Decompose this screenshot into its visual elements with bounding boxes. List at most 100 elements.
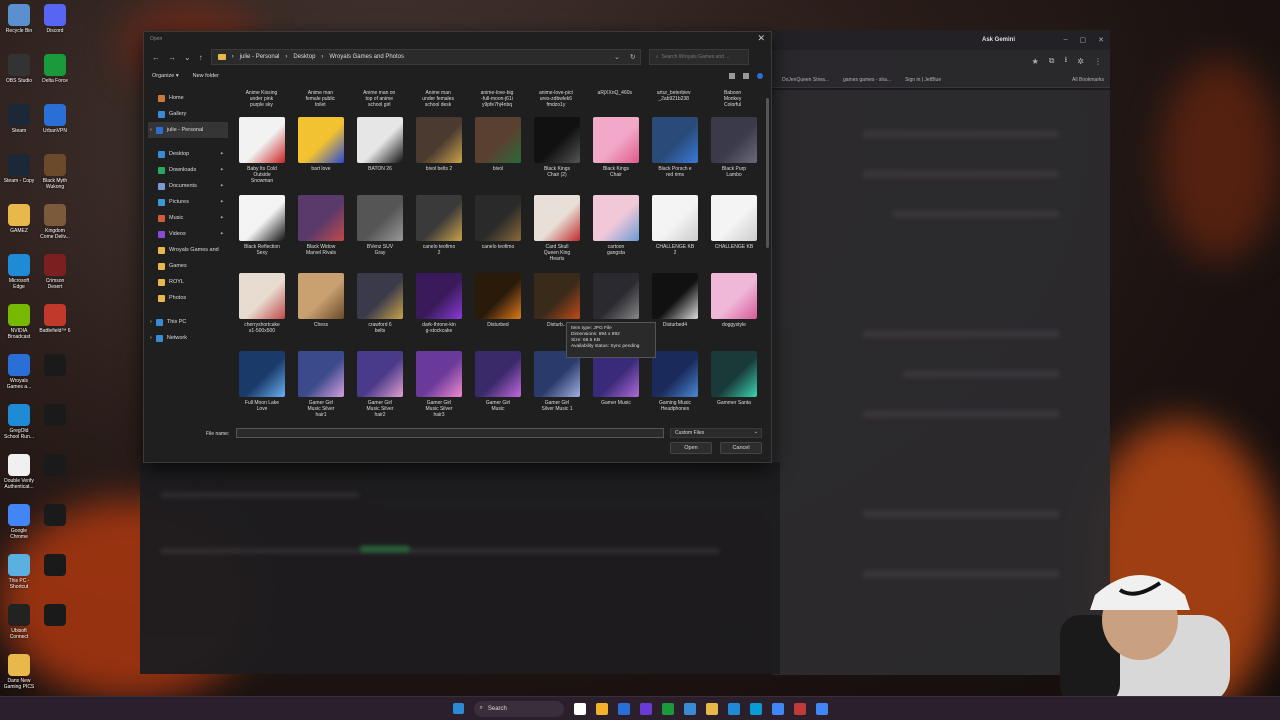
vertical-scrollbar[interactable] bbox=[766, 98, 769, 248]
file-item[interactable]: Gamer Girl Music Silver hair3 bbox=[411, 351, 467, 418]
desktop-icon[interactable]: OBS Studio bbox=[0, 54, 38, 84]
file-item[interactable]: BVenz SUV Gray bbox=[352, 195, 408, 256]
desktop-icon[interactable] bbox=[36, 554, 74, 578]
cancel-button[interactable]: Cancel bbox=[720, 442, 762, 454]
close-icon[interactable]: ✕ bbox=[1098, 36, 1104, 44]
nav-item[interactable]: Games bbox=[148, 258, 228, 274]
all-bookmarks[interactable]: All Bookmarks bbox=[1072, 77, 1104, 83]
nav-item[interactable]: › This PC bbox=[148, 314, 228, 330]
address-dropdown-icon[interactable]: ⌄ bbox=[614, 53, 620, 61]
file-item[interactable]: Disturbed4 bbox=[647, 273, 703, 328]
taskbar-app-icon[interactable] bbox=[749, 702, 762, 715]
expand-chevron-icon[interactable]: › bbox=[150, 319, 152, 325]
nav-item[interactable]: Wroyals Games and bbox=[148, 242, 228, 258]
nav-item[interactable]: Videos ✦ bbox=[148, 226, 228, 242]
desktop-icon[interactable]: Battlefield™ 6 bbox=[36, 304, 74, 334]
file-item[interactable]: Full Moon Lake Love bbox=[234, 351, 290, 412]
file-caption[interactable]: artur_beterbiev _2ab921b238 bbox=[644, 90, 703, 108]
breadcrumb-item[interactable]: Wroyals Games and Photos bbox=[329, 54, 404, 60]
nav-item[interactable]: › Network bbox=[148, 330, 228, 346]
bookmark-item[interactable]: Sign in | JetBlue bbox=[905, 77, 941, 83]
nav-item[interactable]: Desktop ✦ bbox=[148, 146, 228, 162]
view-options-icon[interactable] bbox=[729, 73, 735, 79]
bookmark-item[interactable]: games games - sha... bbox=[843, 77, 891, 83]
desktop-icon[interactable]: UrbanVPN bbox=[36, 104, 74, 134]
file-item[interactable]: Black Porsch e red rims bbox=[647, 117, 703, 178]
nav-item[interactable]: Downloads ✦ bbox=[148, 162, 228, 178]
taskbar-search[interactable]: ⌕ Search bbox=[473, 700, 564, 717]
taskbar-app-icon[interactable] bbox=[815, 702, 828, 715]
menu-icon[interactable]: ⋮ bbox=[1094, 57, 1102, 66]
recent-dropdown-icon[interactable]: ⌄ bbox=[184, 53, 191, 62]
desktop-icon[interactable]: GregOld School Run... bbox=[0, 404, 38, 440]
nav-item[interactable]: Home bbox=[148, 90, 228, 106]
file-item[interactable]: Disturbed bbox=[470, 273, 526, 328]
up-icon[interactable]: ↑ bbox=[199, 53, 203, 62]
desktop-icon[interactable] bbox=[36, 354, 74, 378]
file-name-input[interactable] bbox=[236, 428, 664, 438]
desktop-icon[interactable]: Kingdom Come Deliv... bbox=[36, 204, 74, 240]
minimize-icon[interactable]: – bbox=[1064, 36, 1068, 44]
desktop-icon[interactable]: Discord bbox=[36, 4, 74, 34]
file-item[interactable]: canelo teofimo bbox=[470, 195, 526, 250]
back-icon[interactable]: ← bbox=[152, 53, 160, 62]
search-input[interactable]: ⌕ Search Wroyals Games and ... bbox=[648, 49, 749, 65]
file-item[interactable]: bart love bbox=[293, 117, 349, 172]
taskbar-app-icon[interactable] bbox=[617, 702, 630, 715]
nav-item[interactable]: Music ✦ bbox=[148, 210, 228, 226]
desktop-icon[interactable]: Google Chrome bbox=[0, 504, 38, 540]
nav-item[interactable]: Documents ✦ bbox=[148, 178, 228, 194]
file-item[interactable]: Black Purp Lambo bbox=[706, 117, 762, 178]
preview-pane-icon[interactable] bbox=[743, 73, 749, 79]
nav-item[interactable]: ROYL bbox=[148, 274, 228, 290]
file-item[interactable]: bivol bbox=[470, 117, 526, 172]
file-item[interactable]: Gamer Girl Music bbox=[470, 351, 526, 412]
file-item[interactable]: crawford 6 belts bbox=[352, 273, 408, 334]
file-item[interactable]: BATON 26 bbox=[352, 117, 408, 172]
puzzle-icon[interactable]: ✲ bbox=[1077, 57, 1084, 66]
file-caption[interactable]: Anime man under females school desk bbox=[409, 90, 468, 108]
nav-item[interactable]: › julie - Personal bbox=[148, 122, 228, 138]
start-icon[interactable] bbox=[452, 703, 464, 714]
organize-button[interactable]: Organize ▾ bbox=[152, 73, 179, 79]
desktop-icon[interactable]: Recycle Bin bbox=[0, 4, 38, 34]
file-item[interactable]: Gammer Santa bbox=[706, 351, 762, 406]
desktop-icon[interactable]: This PC - Shortcut bbox=[0, 554, 38, 590]
file-caption[interactable]: Anime Kissing under pink purple sky bbox=[232, 90, 291, 108]
file-caption[interactable]: Anime man on top of anime school girl bbox=[350, 90, 409, 108]
new-folder-button[interactable]: New folder bbox=[193, 73, 219, 79]
taskbar-app-icon[interactable] bbox=[727, 702, 740, 715]
desktop-icon[interactable]: Crimson Desert bbox=[36, 254, 74, 290]
taskbar-app-icon[interactable] bbox=[595, 702, 608, 715]
taskbar-app-icon[interactable] bbox=[639, 702, 652, 715]
file-item[interactable]: doggystyle bbox=[706, 273, 762, 328]
taskbar-app-icon[interactable] bbox=[661, 702, 674, 715]
bookmark-item[interactable]: DoJenQueen Strea... bbox=[782, 77, 829, 83]
desktop-icon[interactable] bbox=[36, 454, 74, 478]
refresh-icon[interactable]: ↻ bbox=[630, 53, 636, 61]
file-caption[interactable]: Anime man female public toilet bbox=[291, 90, 350, 108]
expand-chevron-icon[interactable]: › bbox=[150, 127, 152, 133]
desktop-icon[interactable] bbox=[36, 404, 74, 428]
file-item[interactable] bbox=[588, 273, 644, 322]
desktop-icon[interactable]: Microsoft Edge bbox=[0, 254, 38, 290]
desktop-icon[interactable]: Black Myth Wukong bbox=[36, 154, 74, 190]
file-item[interactable]: Gamer Girl Music Silver hair2 bbox=[352, 351, 408, 418]
file-item[interactable]: Gamer Girl Music Silver hair1 bbox=[293, 351, 349, 418]
extensions-icon[interactable]: ⧉ bbox=[1049, 56, 1055, 66]
file-item[interactable]: canelo teofimo 2 bbox=[411, 195, 467, 256]
file-caption[interactable]: anime-love-big -full-moon-j61i y9pfe7hj4… bbox=[468, 90, 527, 108]
file-item[interactable]: Black Reflection Sexy bbox=[234, 195, 290, 256]
file-item[interactable]: CHALLENGE KB 2 bbox=[647, 195, 703, 256]
breadcrumb-item[interactable]: Desktop bbox=[293, 54, 315, 60]
file-type-select[interactable]: Custom Files ⌄ bbox=[670, 428, 762, 438]
file-item[interactable]: Black Kings Chair bbox=[588, 117, 644, 178]
file-caption[interactable]: anime-love-pict ures-zdbwlek6 fmdzo1y bbox=[526, 90, 585, 108]
file-item[interactable]: Gamer Music bbox=[588, 351, 644, 406]
nav-item[interactable]: Gallery bbox=[148, 106, 228, 122]
desktop-icon[interactable]: Double Verify Authenticat... bbox=[0, 454, 38, 490]
taskbar-app-icon[interactable] bbox=[573, 702, 586, 715]
desktop-icon[interactable]: Ubisoft Connect bbox=[0, 604, 38, 640]
download-icon[interactable]: ⭳ bbox=[1064, 54, 1067, 68]
taskbar-app-icon[interactable] bbox=[683, 702, 696, 715]
